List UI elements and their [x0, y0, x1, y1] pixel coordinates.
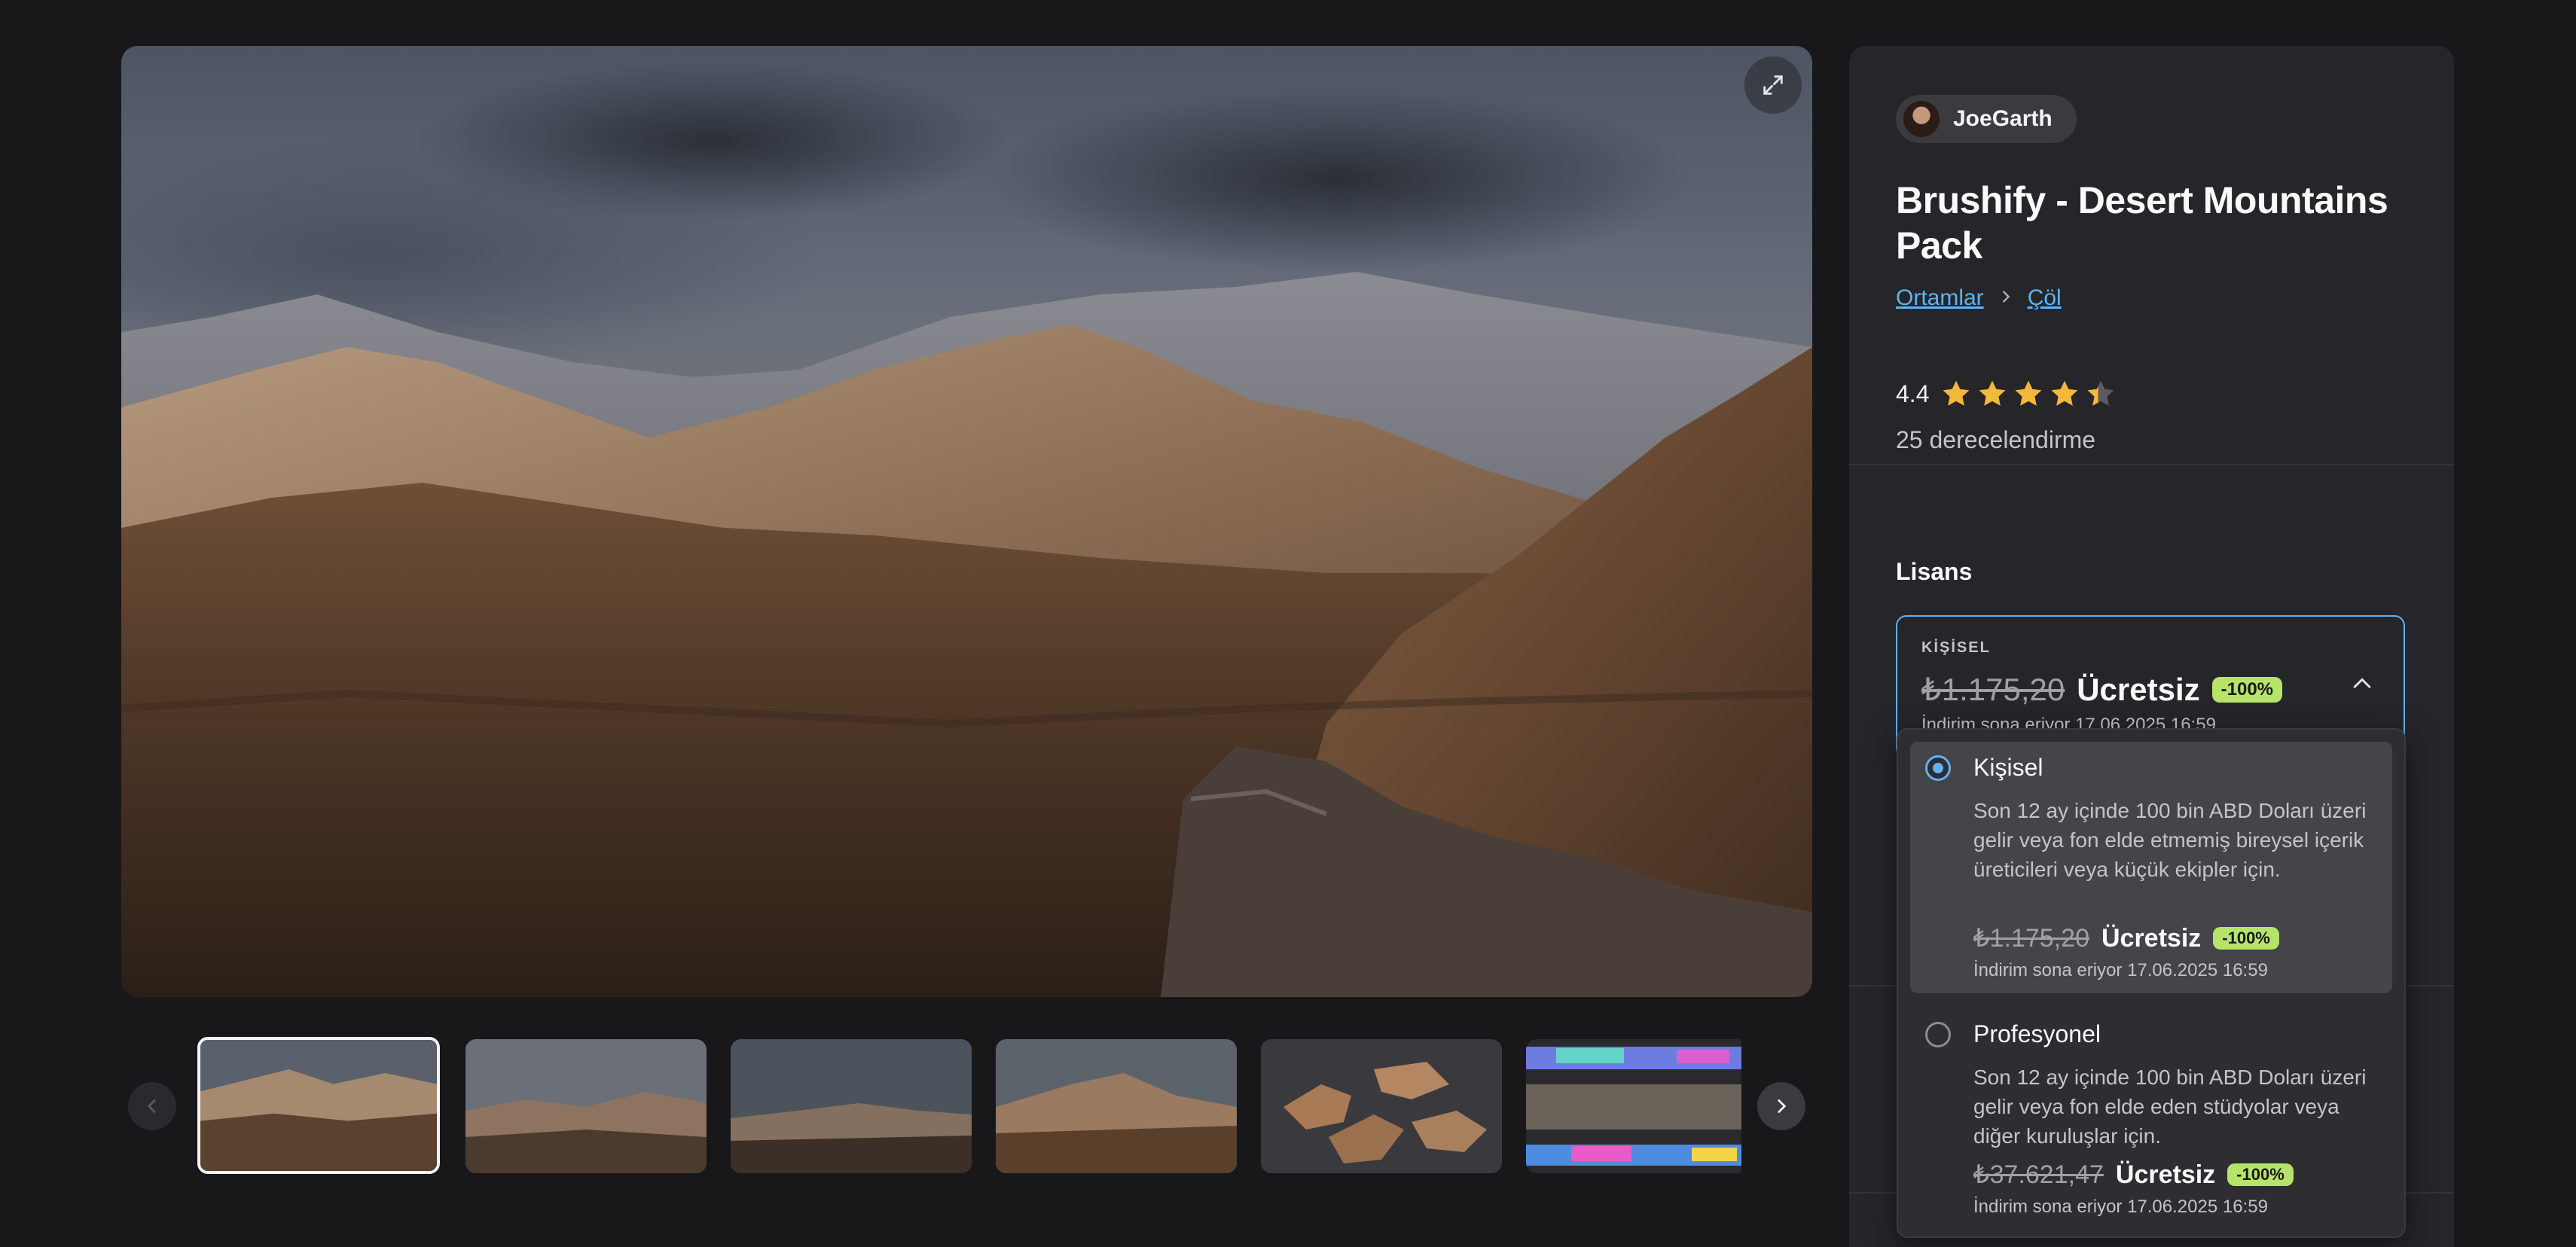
- thumbnail-image: [1261, 1039, 1502, 1173]
- chevron-right-icon: [1778, 1099, 1787, 1113]
- thumbnail-image: [731, 1039, 972, 1173]
- breadcrumb-link-ortamlar[interactable]: Ortamlar: [1896, 285, 1984, 311]
- option-title: Profesyonel: [1973, 1020, 2101, 1047]
- star-rating: [1940, 377, 2117, 410]
- gallery-thumbnail[interactable]: [996, 1039, 1237, 1173]
- radio-unselected[interactable]: [1925, 1022, 1951, 1047]
- avatar: [1903, 101, 1940, 137]
- rating-score: 4.4: [1896, 380, 1930, 407]
- sale-end-text: İndirim sona eriyor 17.06.2025 16:59: [1973, 1197, 2268, 1217]
- breadcrumb-link-col[interactable]: Çöl: [2028, 285, 2062, 311]
- original-price: ₺37.621,47: [1973, 1160, 2104, 1189]
- main-product-image[interactable]: [121, 46, 1812, 997]
- original-price: ₺1.175,20: [1973, 924, 2089, 953]
- star-icon: [1979, 380, 2006, 406]
- star-icon: [2052, 380, 2078, 406]
- option-price-row: ₺1.175,20 Ücretsiz -100%: [1973, 923, 2279, 953]
- chevron-right-icon: [1998, 286, 2014, 310]
- chevron-left-icon: [147, 1099, 156, 1113]
- star-icon: [2088, 380, 2114, 406]
- sale-price: Ücretsiz: [2101, 923, 2202, 953]
- divider: [1849, 464, 2454, 465]
- sale-end-text: İndirim sona eriyor 17.06.2025 16:59: [1973, 960, 2268, 980]
- discount-badge: -100%: [2227, 1163, 2294, 1186]
- seller-chip[interactable]: JoeGarth: [1896, 95, 2077, 143]
- thumbnail-image: [200, 1040, 437, 1171]
- option-description: Son 12 ay içinde 100 bin ABD Doları üzer…: [1973, 1066, 2367, 1148]
- license-heading: Lisans: [1896, 558, 1973, 585]
- license-option-profesyonel[interactable]: Profesyonel Son 12 ay içinde 100 bin ABD…: [1910, 1008, 2392, 1227]
- sale-price: Ücretsiz: [2115, 1160, 2216, 1189]
- discount-badge: -100%: [2211, 676, 2282, 703]
- license-price-row: ₺1.175,20 Ücretsiz -100%: [1921, 671, 2282, 708]
- gallery-thumbnail[interactable]: [465, 1039, 707, 1173]
- option-description: Son 12 ay içinde 100 bin ABD Doları üzer…: [1973, 799, 2367, 881]
- radio-selected[interactable]: [1925, 755, 1951, 781]
- option-title: Kişisel: [1973, 754, 2043, 781]
- license-dropdown: Kişisel Son 12 ay içinde 100 bin ABD Dol…: [1897, 728, 2406, 1238]
- license-caption: KİŞİSEL: [1921, 639, 1991, 656]
- sale-price: Ücretsiz: [2077, 671, 2200, 707]
- thumbnail-image: [1526, 1039, 1741, 1173]
- thumbnail-image: [465, 1039, 707, 1173]
- gallery-thumbnail[interactable]: [197, 1037, 440, 1174]
- license-option-kisisel[interactable]: Kişisel Son 12 ay içinde 100 bin ABD Dol…: [1910, 742, 2392, 993]
- fullscreen-button[interactable]: [1744, 56, 1802, 114]
- thumbnail-strip: [197, 1037, 1741, 1175]
- gallery-thumbnail[interactable]: [731, 1039, 972, 1173]
- chevron-up-icon: [2353, 678, 2371, 688]
- desert-mountains-image: [121, 272, 1812, 997]
- breadcrumb: Ortamlar Çöl: [1896, 285, 2062, 311]
- gallery-prev-button[interactable]: [128, 1082, 176, 1130]
- option-price-row: ₺37.621,47 Ücretsiz -100%: [1973, 1160, 2294, 1190]
- discount-badge: -100%: [2213, 927, 2279, 950]
- gallery-thumbnail[interactable]: [1261, 1039, 1502, 1173]
- gallery-next-button[interactable]: [1757, 1082, 1805, 1130]
- product-title: Brushify - Desert Mountains Pack: [1896, 179, 2388, 267]
- thumbnail-image: [996, 1039, 1237, 1173]
- rating: 4.4: [1896, 377, 2117, 410]
- expand-icon: [1763, 75, 1783, 95]
- seller-name: JoeGarth: [1953, 106, 2053, 131]
- star-icon: [2016, 380, 2042, 406]
- star-icon: [1943, 380, 1970, 406]
- rating-count[interactable]: 25 derecelendirme: [1896, 426, 2095, 454]
- original-price: ₺1.175,20: [1921, 672, 2065, 707]
- gallery-thumbnail[interactable]: [1526, 1039, 1741, 1173]
